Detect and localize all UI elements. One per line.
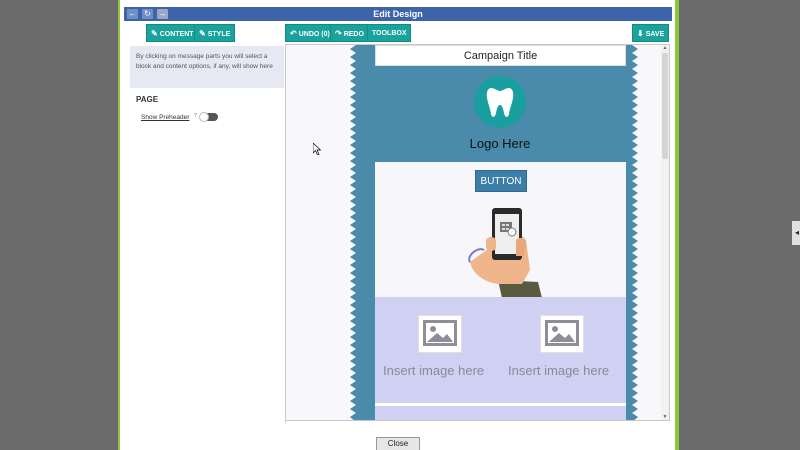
help-icon[interactable]: ? [194, 113, 197, 119]
preheader-toggle[interactable] [199, 112, 218, 122]
download-icon: ⬇ [637, 29, 644, 38]
page-section-label: PAGE [136, 95, 159, 104]
show-preheader-label: Show Preheader [141, 114, 190, 121]
image-label-left: Insert image here [383, 363, 485, 378]
toggle-knob [199, 112, 209, 122]
redo-icon: ↷ [335, 29, 342, 38]
content-tab-label: CONTENT [159, 31, 194, 38]
tooth-icon [486, 88, 514, 117]
email-canvas[interactable]: Campaign Title Logo Here BUTTON Insert i… [285, 44, 670, 421]
toolbox-label: TOOLBOX [372, 30, 407, 37]
zigzag-border-right [632, 45, 638, 420]
scroll-up-arrow[interactable]: ▲ [661, 45, 669, 51]
image-label-right: Insert image here [508, 363, 610, 378]
mouse-cursor-icon [313, 143, 321, 155]
image-row-block[interactable] [375, 297, 626, 403]
brush-icon: ✎ [199, 29, 206, 38]
selection-hint: By clicking on message parts you will se… [130, 46, 284, 88]
campaign-title-block[interactable]: Campaign Title [375, 45, 626, 66]
side-panel-toggle[interactable]: ◂ [792, 221, 800, 245]
email-cta-button[interactable]: BUTTON [475, 170, 527, 192]
scroll-thumb[interactable] [662, 53, 668, 159]
logo-text: Logo Here [469, 136, 531, 151]
undo-icon: ↶ [290, 29, 297, 38]
options-panel: By clicking on message parts you will se… [124, 44, 286, 424]
close-button[interactable]: Close [376, 437, 420, 450]
undo-button[interactable]: ↶ UNDO (0) [285, 24, 335, 42]
toolbox-button[interactable]: TOOLBOX [367, 24, 412, 42]
window-title: Edit Design [373, 9, 423, 19]
redo-label: REDO [343, 31, 364, 38]
image-placeholder-right[interactable] [540, 315, 584, 353]
edit-design-modal: ← ↻ → Edit Design ✎ CONTENT ✎ STYLE ↶ UNDO … [118, 0, 679, 450]
logo-circle[interactable] [474, 76, 526, 128]
save-label: SAVE [645, 31, 665, 38]
title-bar: ← ↻ → Edit Design [124, 7, 672, 21]
image-icon [423, 320, 457, 346]
image-icon [545, 320, 579, 346]
scroll-down-arrow[interactable]: ▼ [661, 414, 669, 420]
style-tab-label: STYLE [207, 31, 231, 38]
style-tab-button[interactable]: ✎ STYLE [194, 24, 236, 42]
undo-label: UNDO (0) [298, 31, 330, 38]
phone-in-hand-illustration [468, 208, 542, 298]
image-placeholder-left[interactable] [418, 315, 462, 353]
pencil-icon: ✎ [151, 29, 158, 38]
zigzag-border-left [350, 45, 356, 420]
save-button[interactable]: ⬇ SAVE [632, 24, 670, 42]
canvas-scrollbar[interactable]: ▲ ▼ [661, 45, 669, 420]
redo-button[interactable]: ↷ REDO [330, 24, 369, 42]
content-tab-button[interactable]: ✎ CONTENT [146, 24, 199, 42]
next-block[interactable] [375, 406, 626, 420]
